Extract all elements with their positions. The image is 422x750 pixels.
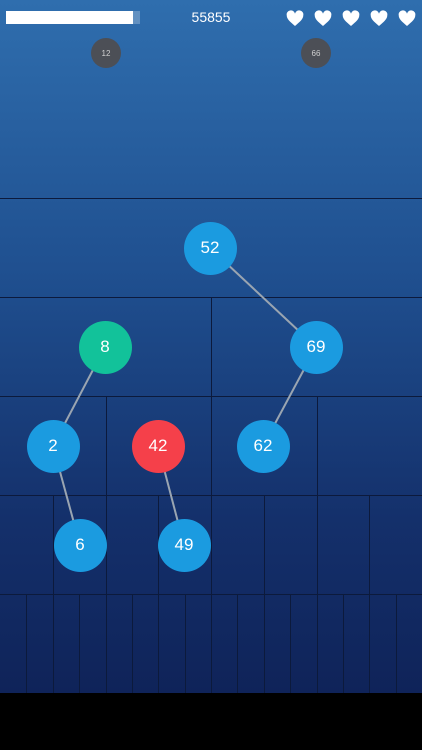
- tree-node-label: 52: [200, 238, 220, 257]
- tree-edges: [52, 247, 317, 546]
- tree-node-selected[interactable]: 42: [131, 419, 185, 473]
- tree-node-label: 42: [148, 436, 168, 455]
- tree-node-normal[interactable]: 6: [53, 518, 107, 572]
- tree-node-label: 8: [100, 337, 110, 356]
- tree-node-label: 62: [253, 436, 273, 455]
- tree-node-normal[interactable]: 69: [289, 320, 343, 374]
- tree-node-label: 6: [75, 535, 85, 554]
- tree-node-normal[interactable]: 52: [183, 221, 237, 275]
- tree-node-label: 49: [174, 535, 194, 554]
- tree-node-label: 2: [48, 436, 58, 455]
- tree-node-normal[interactable]: 49: [157, 518, 211, 572]
- bottom-bar: [0, 693, 422, 750]
- tree-node-label: 69: [306, 337, 326, 356]
- tree-node-highlighted[interactable]: 8: [78, 320, 132, 374]
- game-board: 55855 12 66 52 8 69 2 42 62 6 49: [0, 0, 422, 693]
- tree-node-normal[interactable]: 62: [236, 419, 290, 473]
- tree-node-normal[interactable]: 2: [26, 419, 80, 473]
